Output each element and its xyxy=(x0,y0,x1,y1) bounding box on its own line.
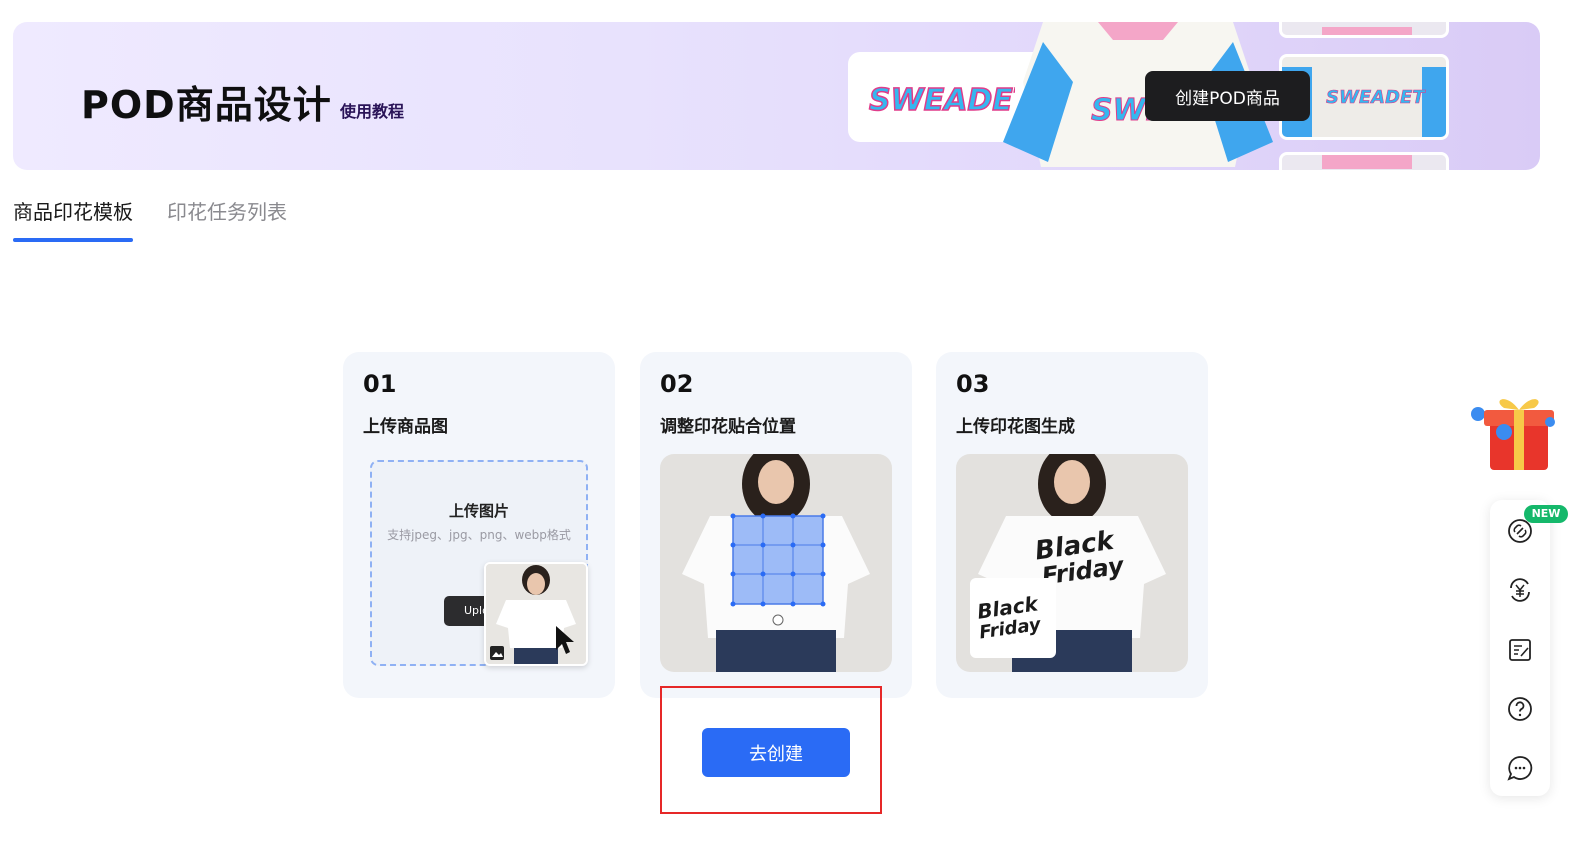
step-number: 03 xyxy=(956,370,990,398)
notes-icon[interactable] xyxy=(1506,636,1534,664)
upload-title: 上传图片 xyxy=(448,502,509,520)
thumbnail-top[interactable] xyxy=(1279,22,1449,38)
new-badge: NEW xyxy=(1524,505,1568,523)
side-toolbar xyxy=(1490,500,1550,796)
step-number: 02 xyxy=(660,370,694,398)
tab-print-task-list[interactable]: 印花任务列表 xyxy=(167,196,287,239)
gift-icon[interactable] xyxy=(1468,388,1560,476)
print-position-image xyxy=(660,454,892,672)
svg-text:SWEADET: SWEADET xyxy=(869,83,1015,118)
chat-icon[interactable] xyxy=(1506,754,1534,782)
tab-print-templates[interactable]: 商品印花模板 xyxy=(13,196,133,242)
generated-result-image: Black Friday Black Friday xyxy=(956,454,1188,672)
tab-bar: 商品印花模板 印花任务列表 xyxy=(13,196,287,242)
create-pod-product-button[interactable]: 创建POD商品 xyxy=(1145,71,1310,121)
step-card-2: 02 调整印花贴合位置 xyxy=(640,352,912,698)
step-title: 上传印花图生成 xyxy=(956,417,1075,437)
brand-logo-image: SWEADET xyxy=(868,82,1015,119)
svg-text:SWEADET: SWEADET xyxy=(1326,87,1426,108)
page-title: POD商品设计 xyxy=(81,83,332,127)
go-create-button[interactable]: 去创建 xyxy=(702,728,850,777)
help-icon[interactable] xyxy=(1506,695,1534,723)
uploaded-product-thumbnail xyxy=(484,562,588,666)
tutorial-link[interactable]: 使用教程 xyxy=(340,98,404,122)
thumbnail-bottom[interactable] xyxy=(1279,152,1449,170)
upload-dropzone[interactable]: 上传图片 支持jpeg、jpg、png、webp格式 Upload xyxy=(370,460,588,666)
step-title: 调整印花贴合位置 xyxy=(660,417,796,437)
rotate-icon xyxy=(772,614,784,626)
step-card-1: 01 上传商品图 上传图片 支持jpeg、jpg、png、webp格式 Uplo… xyxy=(343,352,615,698)
step-title: 上传商品图 xyxy=(363,417,448,437)
yuan-exchange-icon[interactable] xyxy=(1506,576,1534,604)
step-card-3: 03 上传印花图生成 Black Friday Black Friday xyxy=(936,352,1208,698)
banner: POD商品设计 使用教程 SWEADET SWE SWEADET 创建POD商品 xyxy=(13,22,1540,170)
upload-format-hint: 支持jpeg、jpg、png、webp格式 xyxy=(387,528,571,542)
step-number: 01 xyxy=(363,370,397,398)
